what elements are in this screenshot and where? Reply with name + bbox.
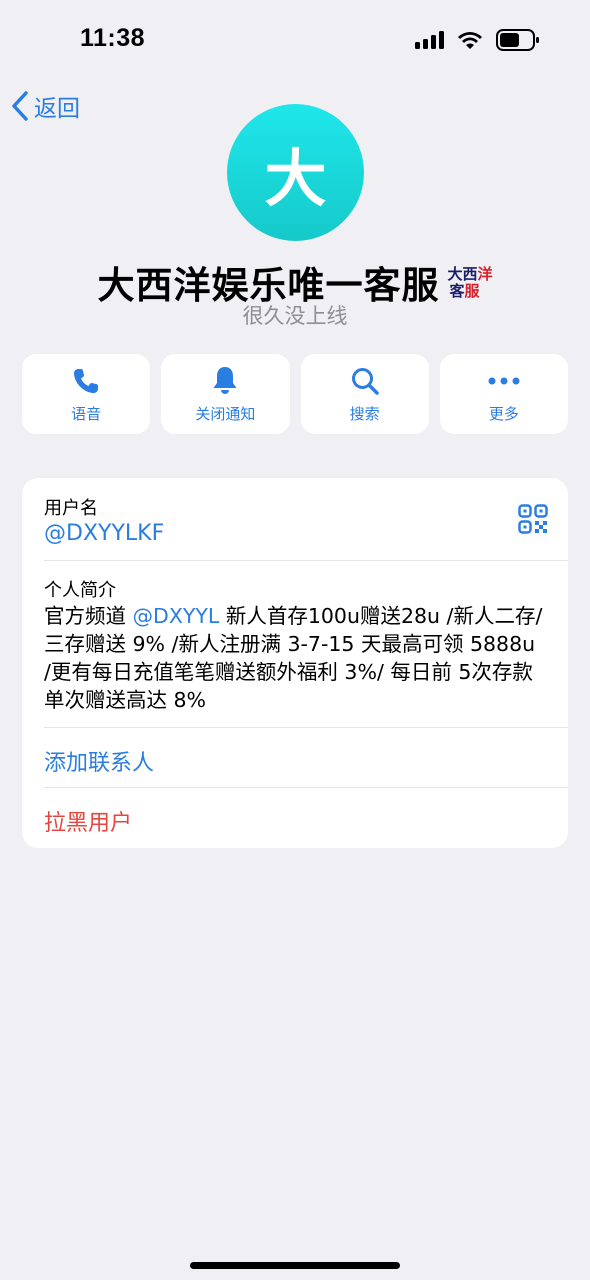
back-label: 返回 (34, 96, 80, 122)
back-button[interactable]: 返回 (8, 86, 80, 126)
username-label: 用户名 (44, 498, 98, 519)
action-bar: 语音 关闭通知 搜索 更多 (22, 354, 568, 434)
badge-text: 服 (464, 282, 480, 300)
badge-text: 客 (449, 282, 465, 300)
status-bar: 11:38 (0, 0, 590, 80)
action-label: 更多 (488, 404, 519, 423)
divider (44, 727, 568, 728)
bell-icon (213, 366, 237, 394)
battery-icon (496, 29, 539, 51)
cellular-signal-icon (415, 31, 444, 49)
bio-text: 官方频道 @DXYYL 新人首存100u赠送28u /新人二存/三存赠送 9% … (44, 602, 544, 714)
divider (44, 560, 568, 561)
profile-screen: 11:38 返回 大 大西洋娱乐唯一客服 大西洋 客服 很久没上线 语音 关闭通… (0, 0, 590, 1280)
chevron-left-icon (12, 91, 28, 121)
status-time: 11:38 (80, 24, 146, 52)
wifi-icon (458, 32, 482, 49)
action-label: 语音 (71, 404, 102, 423)
add-contact-button[interactable]: 添加联系人 (44, 745, 154, 777)
home-indicator[interactable] (190, 1262, 400, 1269)
bio-channel-link[interactable]: @DXYYL (133, 604, 220, 628)
search-button[interactable]: 搜索 (300, 354, 429, 434)
username-section[interactable]: 用户名 @DXYYLKF (22, 478, 568, 560)
bio-text-prefix: 官方频道 (44, 604, 133, 628)
search-icon (351, 367, 379, 395)
action-label: 搜索 (349, 404, 380, 423)
action-label: 关闭通知 (195, 404, 256, 423)
qr-code-icon[interactable] (518, 504, 548, 534)
avatar[interactable]: 大 (227, 104, 364, 241)
name-badge: 大西洋 客服 (447, 266, 492, 300)
more-button[interactable]: 更多 (439, 354, 568, 434)
badge-text: 洋 (477, 265, 493, 283)
mute-notifications-button[interactable]: 关闭通知 (161, 354, 290, 434)
status-icons (415, 28, 540, 52)
more-icon (488, 377, 520, 384)
info-card: 用户名 @DXYYLKF 个人简介 官方频道 @DXYYL 新人首存100u赠送… (22, 478, 568, 848)
bio-label: 个人简介 (44, 580, 116, 601)
username-value[interactable]: @DXYYLKF (44, 521, 164, 546)
voice-call-button[interactable]: 语音 (22, 354, 151, 434)
last-seen-status: 很久没上线 (242, 304, 348, 328)
phone-icon (74, 368, 99, 393)
avatar-letter: 大 (264, 141, 327, 215)
badge-text: 大西 (447, 265, 478, 283)
block-user-button[interactable]: 拉黑用户 (44, 805, 132, 837)
divider (44, 787, 568, 788)
